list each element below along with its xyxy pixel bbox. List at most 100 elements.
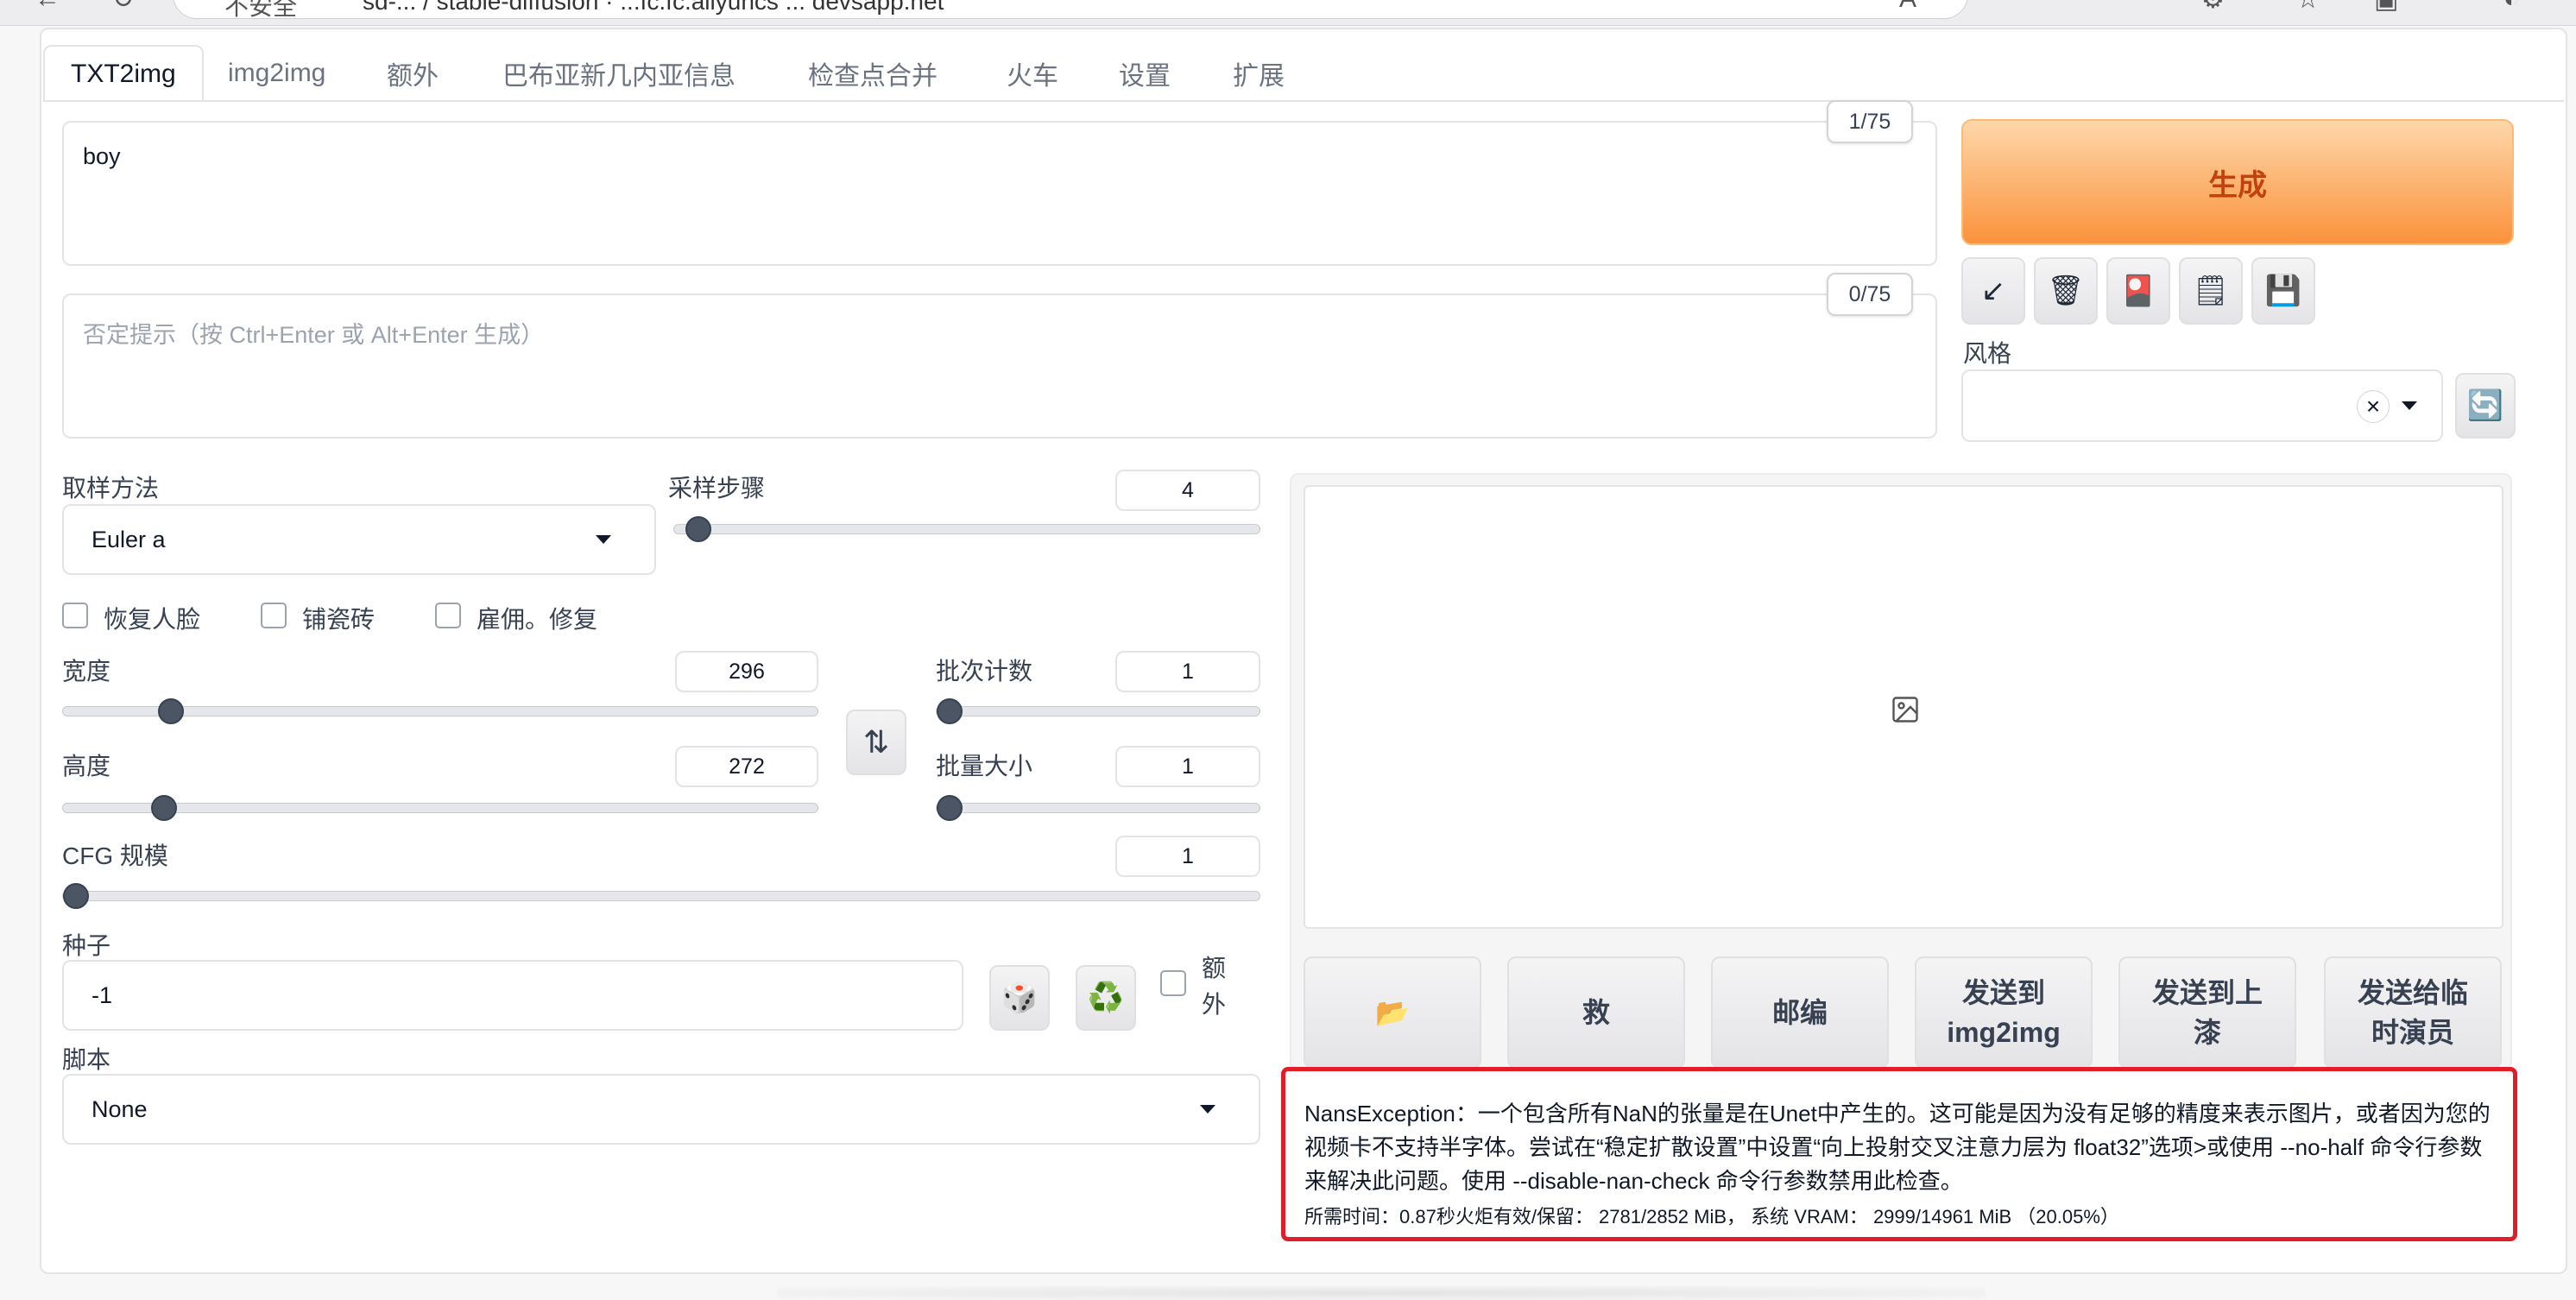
cfg-scale-input[interactable]: 1 <box>1115 836 1260 877</box>
sampling-method-label: 取样方法 <box>62 475 160 502</box>
width-label: 宽度 <box>62 658 111 685</box>
arrow-down-left-icon: ↙ <box>1980 275 2006 307</box>
chevron-down-icon <box>596 535 611 544</box>
send-to-img2img-label-line2: img2img <box>1947 1017 2061 1048</box>
height-label: 高度 <box>62 753 111 779</box>
send-to-extras-label-line2: 时演员 <box>2371 1017 2454 1048</box>
notepad-icon: 🗒 <box>2192 275 2230 307</box>
negative-prompt-textarea[interactable]: 否定提示（按 Ctrl+Enter 或 Alt+Enter 生成） <box>62 293 1937 439</box>
slider-thumb[interactable] <box>63 883 89 909</box>
script-dropdown[interactable]: None <box>62 1074 1260 1145</box>
slider-thumb[interactable] <box>685 516 711 542</box>
show-extra-networks-button[interactable]: 🎴 <box>2106 257 2170 325</box>
tab-img2img[interactable]: img2img <box>202 45 351 102</box>
error-message-box: NansException：一个包含所有NaN的张量是在Unet中产生的。这可能… <box>1281 1067 2517 1241</box>
tab-extras[interactable]: 额外 <box>361 45 464 102</box>
slider-thumb[interactable] <box>937 795 963 821</box>
random-seed-button[interactable]: 🎲 <box>989 965 1050 1031</box>
prompt-token-counter: 1/75 <box>1827 100 1913 143</box>
send-to-inpaint-label-line1: 发送到上 <box>2151 976 2263 1008</box>
restore-faces-label: 恢复人脸 <box>104 606 201 633</box>
sampling-steps-label: 采样步骤 <box>668 475 766 502</box>
reload-icon[interactable]: ↻ <box>112 0 134 15</box>
generate-button[interactable]: 生成 <box>1961 119 2514 245</box>
slider-thumb[interactable] <box>157 698 184 724</box>
batch-size-slider[interactable] <box>936 795 1260 821</box>
batch-size-input[interactable]: 1 <box>1115 746 1260 787</box>
sampling-steps-slider[interactable] <box>673 516 1260 542</box>
clear-prompt-button[interactable]: 🗑 <box>2034 257 2098 325</box>
swap-dimensions-button[interactable]: ⇅ <box>846 710 906 775</box>
cfg-scale-label: CFG 规模 <box>62 842 168 869</box>
tab-extensions[interactable]: 扩展 <box>1207 45 1310 102</box>
send-to-extras-button[interactable]: 发送给临 时演员 <box>2324 956 2502 1069</box>
tiling-checkbox[interactable] <box>261 603 287 628</box>
slider-thumb[interactable] <box>150 795 177 821</box>
zip-button[interactable]: 邮编 <box>1711 956 1889 1069</box>
tab-train[interactable]: 火车 <box>981 45 1084 102</box>
back-icon[interactable]: ← <box>35 0 60 14</box>
tab-png-info[interactable]: 巴布亚新几内亚信息 <box>477 45 761 102</box>
batch-count-input[interactable]: 1 <box>1115 651 1260 692</box>
output-image-area[interactable] <box>1304 485 2503 929</box>
read-aloud-icon[interactable]: A <box>1899 0 1916 14</box>
apply-style-button[interactable]: 🗒 <box>2179 257 2243 325</box>
style-dropdown[interactable]: × <box>1961 369 2443 442</box>
tab-checkpoint-merger[interactable]: 检查点合并 <box>782 45 963 102</box>
script-label: 脚本 <box>62 1046 111 1073</box>
save-button-label: 救 <box>1582 996 1610 1028</box>
send-to-img2img-button[interactable]: 发送到 img2img <box>1915 956 2093 1069</box>
hires-fix-label: 雇佣。修复 <box>477 606 598 633</box>
batch-size-label: 批量大小 <box>936 753 1033 779</box>
restore-faces-checkbox[interactable] <box>62 603 88 628</box>
clear-style-icon[interactable]: × <box>2357 390 2390 423</box>
sampling-method-dropdown[interactable]: Euler a <box>62 504 656 575</box>
zip-button-label: 邮编 <box>1771 996 1828 1028</box>
refresh-styles-button[interactable]: 🔄 <box>2455 373 2516 439</box>
tab-divider <box>43 100 2564 102</box>
tab-txt2img[interactable]: TXT2img <box>43 45 204 102</box>
timing-info-text: 所需时间：0.87秒火炬有效/保留： 2781/2852 MiB， 系统 VRA… <box>1304 1206 2119 1227</box>
folder-icon: 📂 <box>1375 996 1410 1028</box>
seed-label: 种子 <box>62 932 111 959</box>
error-message-text: NansException：一个包含所有NaN的张量是在Unet中产生的。这可能… <box>1304 1101 2491 1194</box>
url-text[interactable]: sd-... / stable-diffusion · ...fc.fc.ali… <box>363 0 944 16</box>
hires-fix-checkbox[interactable] <box>435 603 461 628</box>
tab-settings[interactable]: 设置 <box>1093 45 1196 102</box>
script-value: None <box>92 1095 148 1122</box>
sampling-method-value: Euler a <box>92 526 166 552</box>
height-slider[interactable] <box>62 795 818 821</box>
seed-input[interactable]: -1 <box>62 960 963 1031</box>
page-bottom-shadow <box>777 1286 1986 1300</box>
swap-arrows-icon: ⇅ <box>862 724 890 760</box>
extra-seed-label-line1: 额 <box>1202 955 1227 981</box>
recycle-icon: ♻️ <box>1087 981 1125 1014</box>
read-generation-params-button[interactable]: ↙ <box>1961 257 2025 325</box>
profile-icon[interactable]: ◐ <box>2503 0 2519 14</box>
sampling-steps-input[interactable]: 4 <box>1115 470 1260 511</box>
extra-seed-label-line2: 外 <box>1202 991 1227 1018</box>
style-label: 风格 <box>1963 340 2012 367</box>
batch-count-label: 批次计数 <box>936 658 1033 685</box>
batch-count-slider[interactable] <box>936 698 1260 724</box>
favorites-icon[interactable]: ☆ <box>2296 0 2320 15</box>
extra-seed-checkbox[interactable] <box>1160 970 1186 996</box>
height-input[interactable]: 272 <box>675 746 818 787</box>
chevron-down-icon <box>2402 401 2417 410</box>
collections-icon[interactable]: ▣ <box>2374 0 2398 15</box>
width-input[interactable]: 296 <box>675 651 818 692</box>
refresh-icon: 🔄 <box>2466 389 2504 422</box>
security-indicator[interactable]: 不安全 <box>224 0 297 22</box>
red-card-icon: 🎴 <box>2119 275 2157 307</box>
reuse-seed-button[interactable]: ♻️ <box>1076 965 1136 1031</box>
extensions-icon[interactable]: ⚙ <box>2201 0 2225 15</box>
cfg-scale-slider[interactable] <box>62 883 1260 909</box>
send-to-inpaint-button[interactable]: 发送到上 漆 <box>2118 956 2296 1069</box>
slider-thumb[interactable] <box>937 698 963 724</box>
prompt-textarea[interactable]: boy <box>62 121 1937 266</box>
width-slider[interactable] <box>62 698 818 724</box>
open-folder-button[interactable]: 📂 <box>1304 956 1481 1069</box>
save-style-button[interactable]: 💾 <box>2251 257 2315 325</box>
save-button[interactable]: 救 <box>1507 956 1685 1069</box>
dice-icon: 🎲 <box>1001 981 1039 1014</box>
